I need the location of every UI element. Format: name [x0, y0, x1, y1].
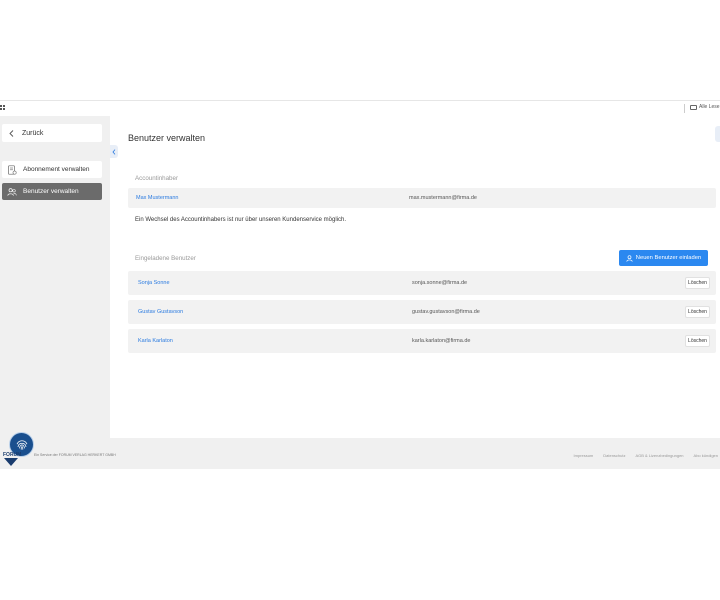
user-email: sonja.sonne@firma.de: [412, 280, 468, 286]
add-user-icon: [626, 254, 633, 262]
footer-service-text: Ein Service der FORUM VERLAG HERKERT GMB…: [34, 453, 116, 457]
sidebar-item-label: Benutzer verwalten: [23, 188, 79, 195]
page-title: Benutzer verwalten: [128, 133, 206, 143]
footer-link-datenschutz[interactable]: Datenschutz: [603, 453, 625, 458]
owner-name[interactable]: Max Mustermann: [136, 195, 179, 201]
sidebar-item-label: Abonnement verwalten: [23, 166, 90, 173]
delete-button[interactable]: Löschen: [685, 277, 710, 289]
footer-link-agb[interactable]: AGB & Lizenzbedingungen: [635, 453, 683, 458]
back-button-label: Zurück: [22, 129, 44, 137]
chevron-left-icon: [112, 148, 116, 155]
sidebar-item-abonnement[interactable]: Abonnement verwalten: [2, 161, 102, 178]
delete-button[interactable]: Löschen: [685, 335, 710, 347]
invite-user-label: Neuen Benutzer einladen: [635, 255, 702, 261]
side-panel-tab[interactable]: [715, 126, 720, 142]
user-name[interactable]: Karla Karlaton: [138, 338, 173, 344]
user-email: gustav.gustavson@firma.de: [412, 309, 480, 315]
footer-link-impressum[interactable]: Impressum: [573, 453, 593, 458]
table-row: Sonja Sonne sonja.sonne@firma.de Löschen: [128, 271, 716, 295]
invite-user-button[interactable]: Neuen Benutzer einladen: [619, 250, 708, 266]
sidebar: Zurück Abonnement verwalten Benutzer ver…: [0, 116, 110, 438]
table-row: Karla Karlaton karla.karlaton@firma.de L…: [128, 329, 716, 353]
table-row: Gustav Gustavson gustav.gustavson@firma.…: [128, 300, 716, 324]
invited-users-heading: Eingeladene Benutzer: [135, 255, 196, 262]
footer-links: Impressum Datenschutz AGB & Lizenzbeding…: [573, 453, 718, 458]
user-name[interactable]: Gustav Gustavson: [138, 309, 183, 315]
page: Alle Lese Zurück Abonnement verwalten Be…: [0, 0, 720, 600]
bookmark-bar: Alle Lese: [0, 100, 720, 116]
bookmark-folder[interactable]: Alle Lese: [690, 104, 720, 110]
delete-button[interactable]: Löschen: [685, 306, 710, 318]
users-icon: [7, 187, 17, 197]
user-name[interactable]: Sonja Sonne: [138, 280, 170, 286]
main-content: Benutzer verwalten Accountinhaber Max Mu…: [118, 116, 720, 438]
bookmark-folder-label: Alle Lese: [699, 104, 720, 110]
chevron-left-icon: [9, 129, 14, 137]
bookmark-divider: [684, 104, 685, 113]
apps-grid-icon[interactable]: [0, 105, 5, 111]
account-owner-heading: Accountinhaber: [135, 175, 178, 182]
user-email: karla.karlaton@firma.de: [412, 338, 471, 344]
sidebar-item-benutzer[interactable]: Benutzer verwalten: [2, 183, 102, 200]
collapse-sidebar-button[interactable]: [110, 145, 118, 158]
footer: Ein Service der FORUM VERLAG HERKERT GMB…: [0, 438, 720, 469]
owner-row: Max Mustermann max.mustermann@firma.de: [128, 188, 716, 208]
document-icon: [7, 164, 17, 175]
owner-email: max.mustermann@firma.de: [409, 195, 477, 201]
brand-logo-mark: [4, 458, 18, 466]
footer-link-abo-kuendigen[interactable]: Abo kündigen: [694, 453, 718, 458]
back-button[interactable]: Zurück: [2, 124, 102, 142]
folder-icon: [690, 104, 697, 110]
owner-change-note: Ein Wechsel des Accountinhabers ist nur …: [135, 217, 347, 223]
